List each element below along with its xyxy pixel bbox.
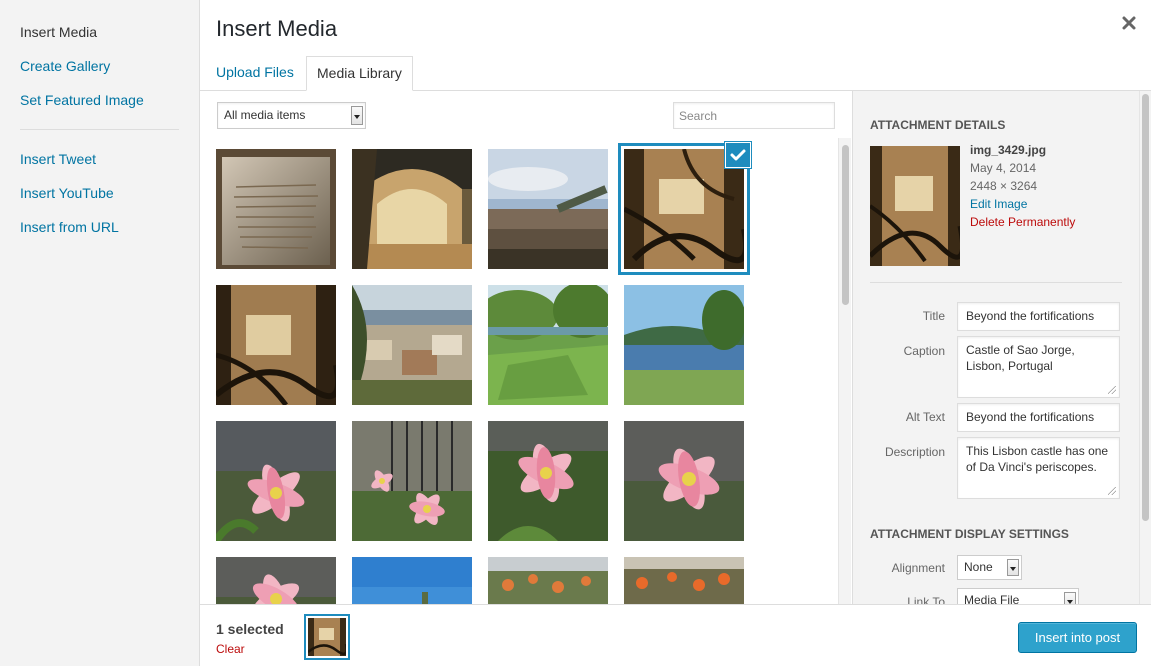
description-field[interactable]: This Lisbon castle has one of Da Vinci's…: [957, 437, 1120, 499]
menu-item-insert-tweet[interactable]: Insert Tweet: [20, 151, 96, 167]
attachment-thumb-park-lawn[interactable]: [488, 285, 608, 405]
attachment-details-sidebar: Attachment Details img_3429.jpg May 4, 2…: [852, 91, 1151, 604]
media-toolbar: 1 selected Clear Insert into post: [200, 604, 1151, 666]
attachment-thumb-tree-roots-wall-2[interactable]: [216, 285, 336, 405]
attachments-scrollbar[interactable]: [838, 138, 851, 604]
attachment-thumb-city-view-cannon[interactable]: [488, 149, 608, 269]
media-filter-select[interactable]: All media items: [217, 102, 366, 129]
selection-count: 1 selected: [216, 621, 284, 637]
tab-upload-files[interactable]: Upload Files: [206, 56, 304, 91]
media-filter-value: All media items: [224, 108, 306, 122]
attachment-date: May 4, 2014: [970, 161, 1037, 175]
alignment-select[interactable]: None: [957, 555, 1022, 580]
clear-selection-link[interactable]: Clear: [216, 642, 245, 656]
menu-item-insert-youtube[interactable]: Insert YouTube: [20, 185, 114, 201]
selected-attachment-thumb[interactable]: [304, 614, 350, 660]
attachment-thumb-orange-flowers-2[interactable]: [624, 557, 744, 604]
caption-label: Caption: [903, 344, 945, 358]
attachment-thumb-pink-lily-fence[interactable]: [352, 421, 472, 541]
attachment-thumb-pink-lily-4[interactable]: [216, 557, 336, 604]
search-input[interactable]: [673, 102, 835, 129]
resize-grip-icon[interactable]: [1108, 487, 1116, 495]
alignment-value: None: [964, 560, 993, 574]
scrollbar-thumb[interactable]: [1142, 94, 1149, 521]
insert-into-post-button[interactable]: Insert into post: [1018, 622, 1137, 653]
menu-separator: [20, 129, 179, 130]
scrollbar-thumb[interactable]: [842, 145, 849, 305]
chevron-down-icon: [1064, 592, 1076, 604]
attachment-details-heading: Attachment Details: [870, 118, 1006, 132]
selected-check-icon[interactable]: [726, 143, 750, 167]
attachment-thumb-blue-sky[interactable]: [352, 557, 472, 604]
chevron-down-icon: [351, 106, 363, 125]
description-value: This Lisbon castle has one of Da Vinci's…: [966, 444, 1109, 474]
caption-field[interactable]: Castle of Sao Jorge, Lisbon, Portugal: [957, 336, 1120, 398]
menu-item-create-gallery[interactable]: Create Gallery: [20, 58, 110, 74]
modal-title: Insert Media: [216, 16, 338, 41]
attachment-thumb-stone-archway[interactable]: [352, 149, 472, 269]
menu-item-insert-from-url[interactable]: Insert from URL: [20, 219, 119, 235]
attachment-thumb-pink-lily-2[interactable]: [488, 421, 608, 541]
link-to-label: Link To: [907, 595, 945, 604]
link-to-value: Media File: [964, 593, 1020, 604]
menu-item-set-featured-image[interactable]: Set Featured Image: [20, 92, 144, 108]
attachments-browser: All media items: [200, 91, 852, 604]
alt-text-label: Alt Text: [905, 410, 945, 424]
delete-permanently-link[interactable]: Delete Permanently: [970, 215, 1075, 229]
edit-image-link[interactable]: Edit Image: [970, 197, 1027, 211]
sidebar-divider: [870, 282, 1122, 283]
menu-item-insert-media[interactable]: Insert Media: [20, 24, 97, 40]
resize-grip-icon[interactable]: [1108, 386, 1116, 394]
title-label: Title: [922, 309, 945, 323]
attachment-thumb-lake-shore[interactable]: [624, 285, 744, 405]
display-settings-heading: Attachment Display Settings: [870, 527, 1069, 541]
attachment-thumb-pink-lily[interactable]: [216, 421, 336, 541]
attachment-thumb-hillside-town[interactable]: [352, 285, 472, 405]
tab-media-library[interactable]: Media Library: [306, 56, 413, 91]
attachment-preview: [870, 146, 960, 266]
caption-value: Castle of Sao Jorge, Lisbon, Portugal: [966, 343, 1075, 373]
attachment-thumb-orange-flowers[interactable]: [488, 557, 608, 604]
attachment-dimensions: 2448 × 3264: [970, 179, 1038, 193]
attachment-filename: img_3429.jpg: [970, 143, 1047, 157]
alt-text-field[interactable]: Beyond the fortifications: [957, 403, 1120, 432]
sidebar-scrollbar[interactable]: [1139, 91, 1151, 604]
chevron-down-icon: [1007, 559, 1019, 576]
media-menu: Insert Media Create Gallery Set Featured…: [0, 0, 200, 666]
attachment-thumb-stone-inscription[interactable]: [216, 149, 336, 269]
close-icon[interactable]: [1118, 12, 1140, 34]
alignment-label: Alignment: [891, 561, 945, 575]
attachment-thumb-pink-lily-3[interactable]: [624, 421, 744, 541]
title-field[interactable]: Beyond the fortifications: [957, 302, 1120, 331]
link-to-select[interactable]: Media File: [957, 588, 1079, 604]
description-label: Description: [884, 445, 945, 459]
